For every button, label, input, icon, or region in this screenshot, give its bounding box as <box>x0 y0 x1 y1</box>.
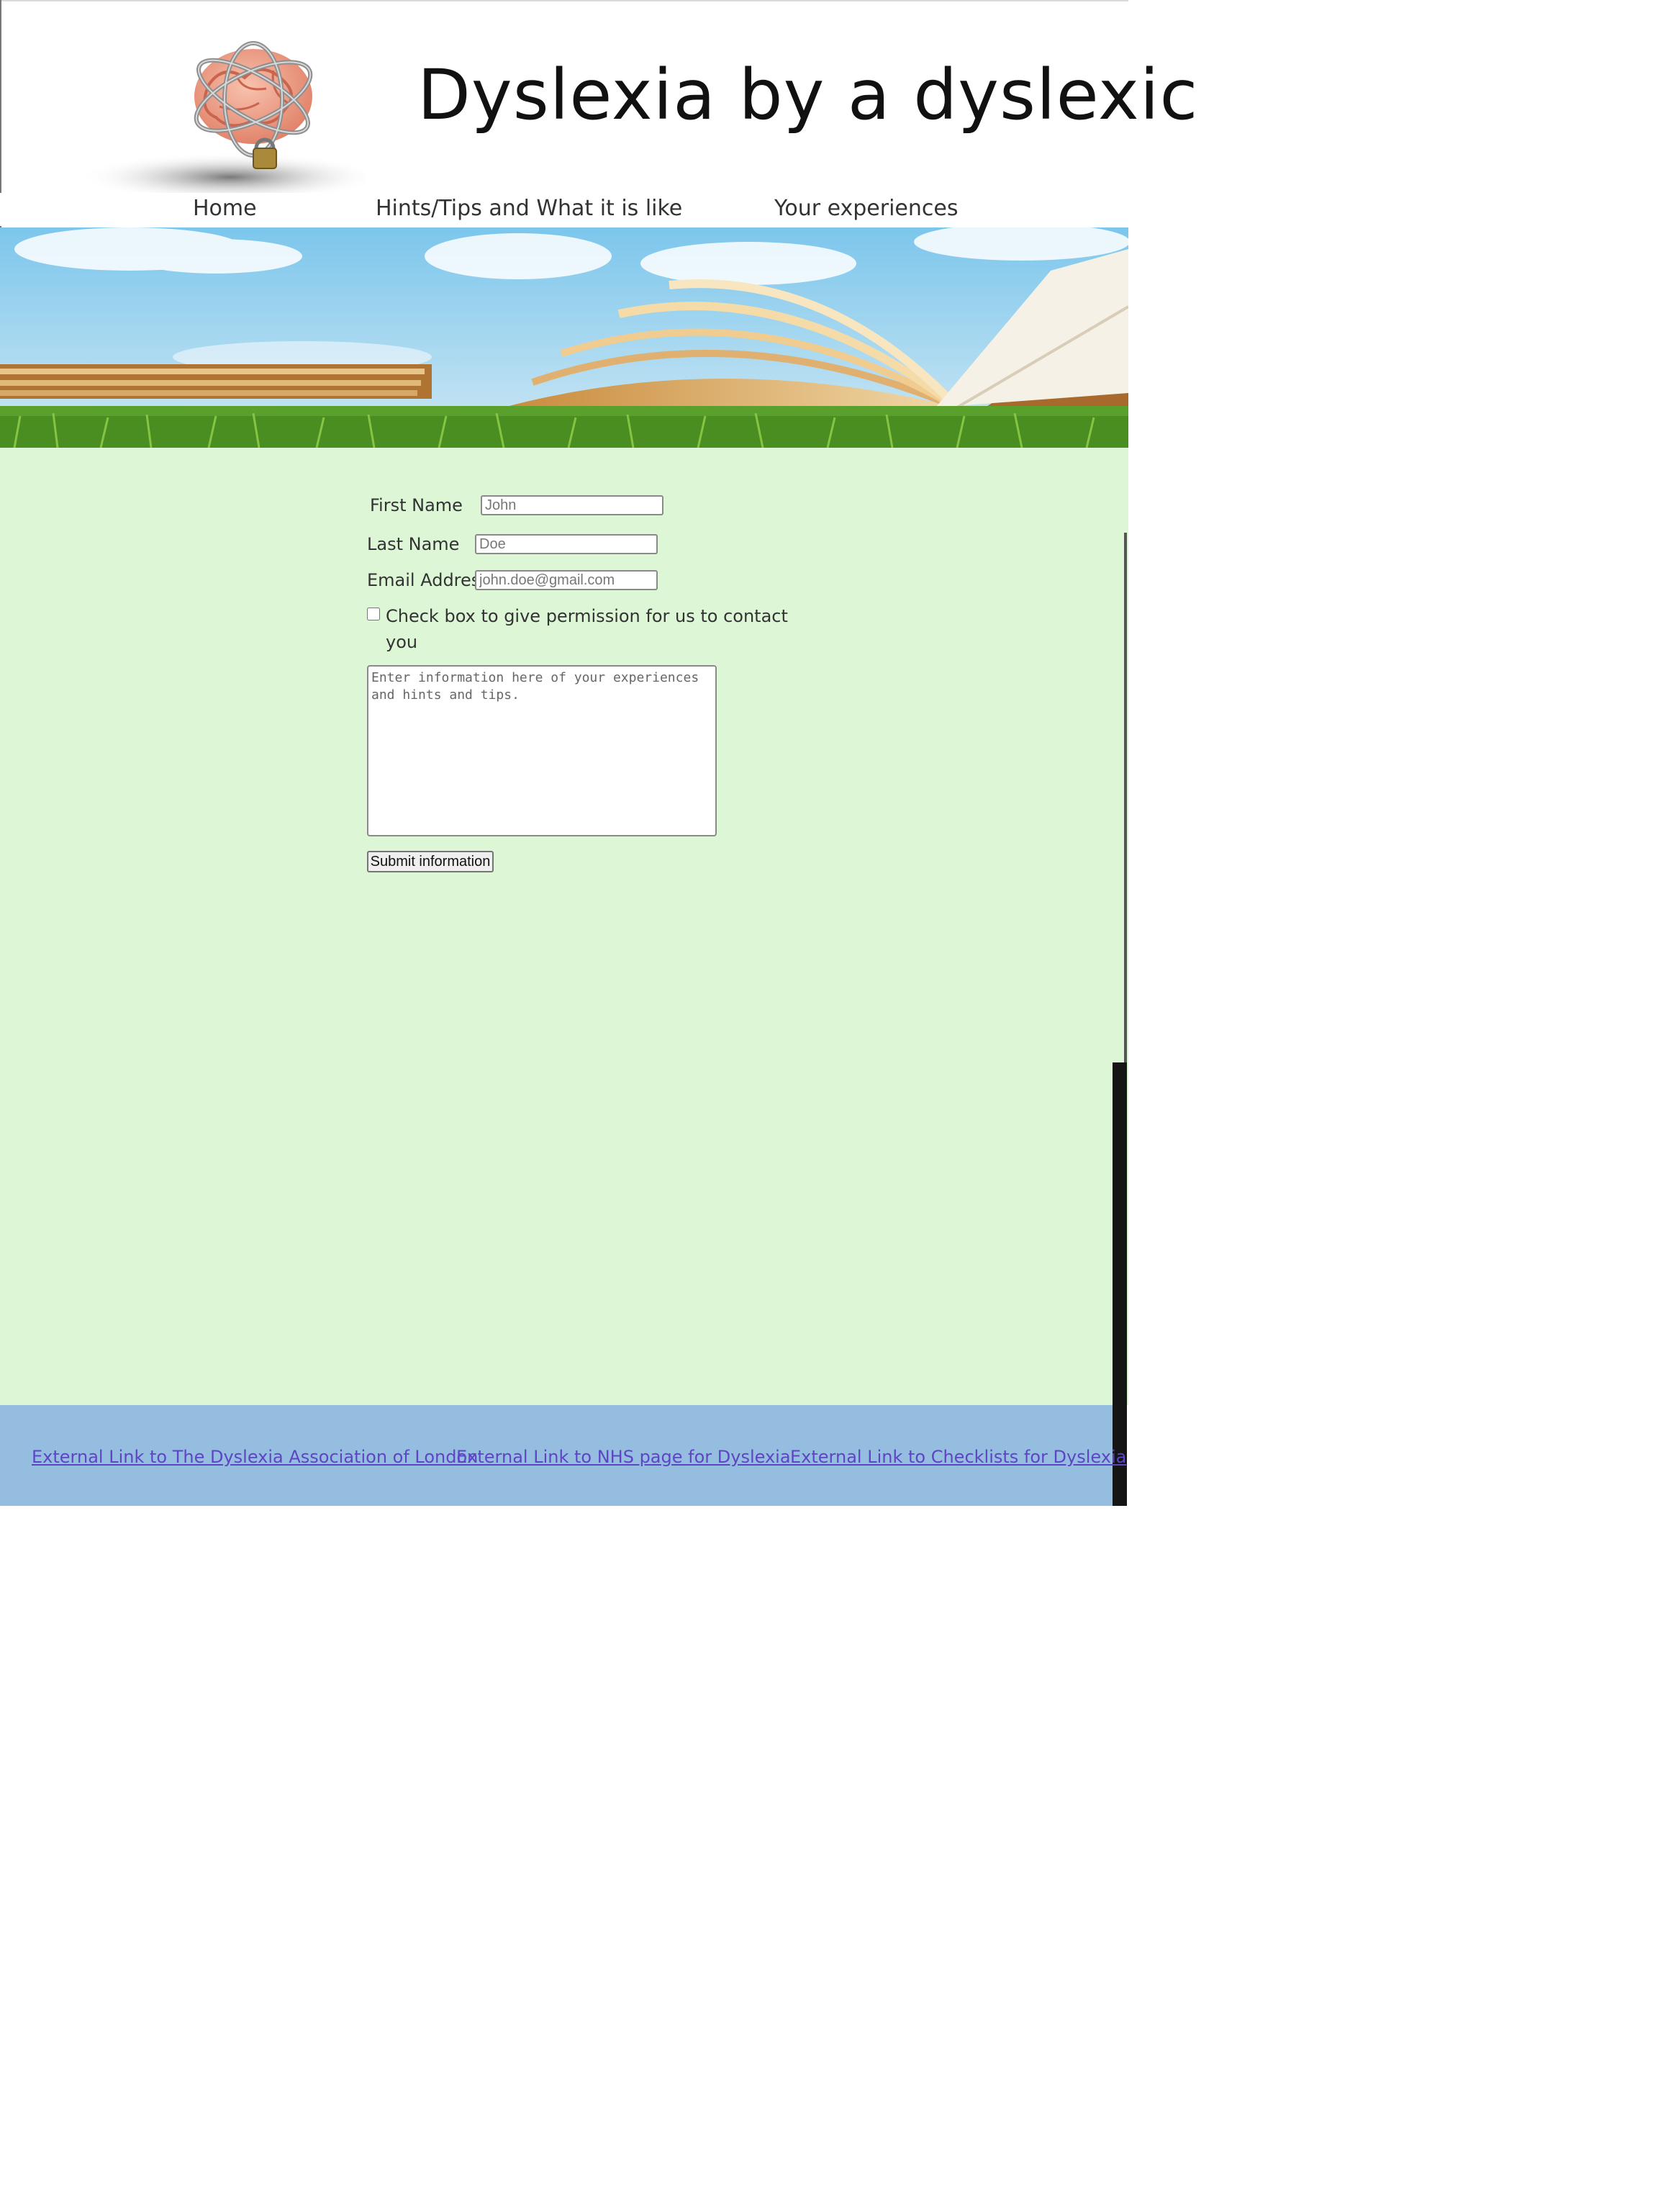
footer-link-nhs[interactable]: External Link to NHS page for Dyslexia <box>456 1447 791 1467</box>
contact-permission-checkbox[interactable] <box>367 608 380 620</box>
chained-brain-padlock-icon <box>79 41 367 197</box>
right-border-thin <box>1124 533 1127 1062</box>
site-footer: External Link to The Dyslexia Associatio… <box>0 1405 1126 1506</box>
nav-item-home[interactable]: Home <box>193 196 257 221</box>
nav-item-hints-tips[interactable]: Hints/Tips and What it is like <box>376 196 682 221</box>
banner-image <box>0 227 1128 448</box>
email-label: Email Address <box>367 570 489 590</box>
contact-permission-label-cont: you <box>386 632 418 652</box>
submit-button[interactable]: Submit information <box>367 851 494 872</box>
footer-link-checklists[interactable]: External Link to Checklists for Dyslexia <box>790 1447 1126 1467</box>
main-content <box>0 448 1128 1405</box>
page: Dyslexia by a dyslexic Home Hints/Tips a… <box>0 0 1197 1506</box>
right-border-thick <box>1113 1062 1127 1506</box>
first-name-label: First Name <box>370 495 463 515</box>
email-input[interactable] <box>475 570 658 590</box>
experiences-textarea[interactable] <box>367 665 717 836</box>
main-nav: Home Hints/Tips and What it is like Your… <box>0 193 1128 226</box>
last-name-label: Last Name <box>367 534 460 554</box>
site-header: Dyslexia by a dyslexic <box>0 0 1197 197</box>
nav-item-your-experiences[interactable]: Your experiences <box>774 196 958 221</box>
contact-permission-label: Check box to give permission for us to c… <box>386 606 788 626</box>
first-name-input[interactable] <box>481 495 663 515</box>
last-name-input[interactable] <box>475 534 658 554</box>
page-title: Dyslexia by a dyslexic <box>417 55 1199 135</box>
footer-link-dyslexia-association[interactable]: External Link to The Dyslexia Associatio… <box>32 1447 478 1467</box>
